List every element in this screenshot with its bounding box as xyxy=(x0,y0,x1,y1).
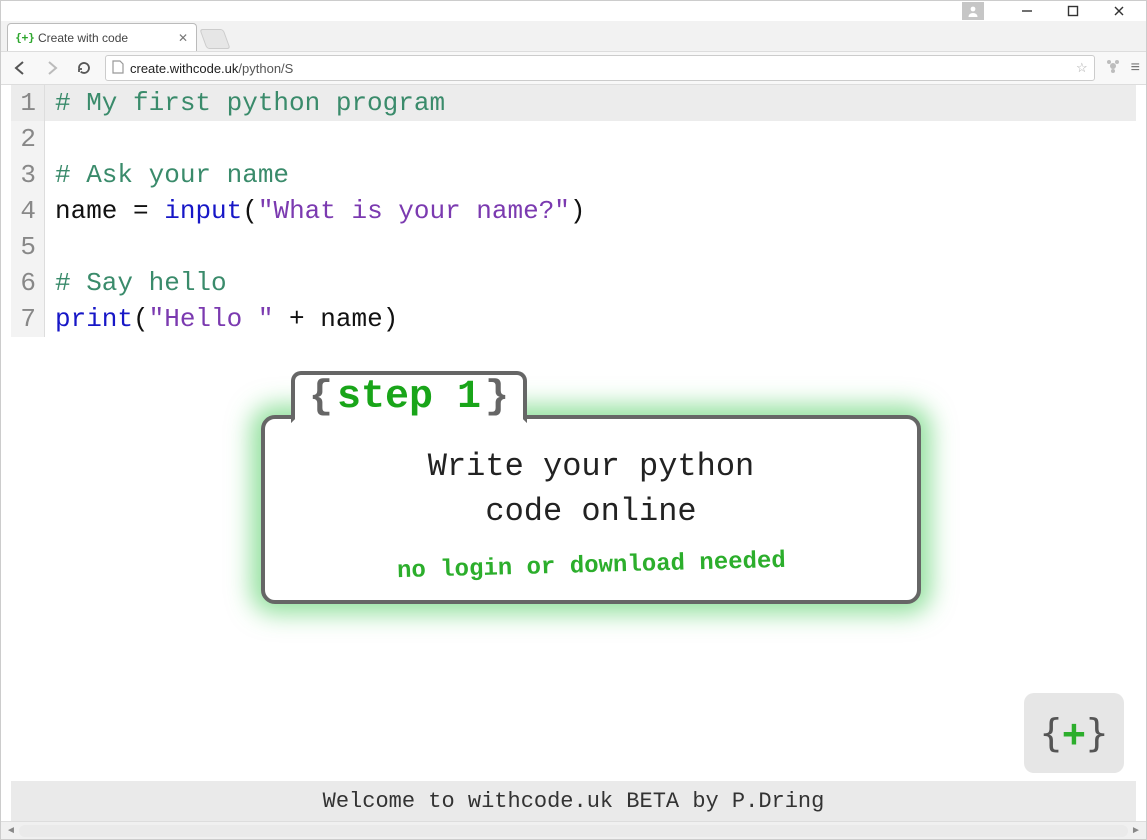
popup-body: Write your python code online xyxy=(285,445,897,535)
code-line[interactable]: 2 xyxy=(11,121,1136,157)
footer-bar: Welcome to withcode.uk BETA by P.Dring xyxy=(11,781,1136,821)
scroll-track[interactable] xyxy=(19,825,1128,837)
run-button[interactable]: {+} xyxy=(1024,693,1124,773)
favicon-icon: {+} xyxy=(18,31,32,45)
popup-step-label: step 1 xyxy=(333,375,485,420)
tutorial-popup: { step 1 } Write your python code online… xyxy=(261,415,921,604)
code-line[interactable]: 7print("Hello " + name) xyxy=(11,301,1136,337)
code-text[interactable] xyxy=(45,121,1136,157)
forward-button[interactable] xyxy=(41,56,63,80)
code-line[interactable]: 1# My first python program xyxy=(11,85,1136,121)
code-text[interactable]: # Say hello xyxy=(45,265,1136,301)
browser-toolbar: create.withcode.uk/python/S ☆ ≡ xyxy=(1,51,1146,85)
page-content: 1# My first python program23# Ask your n… xyxy=(1,85,1146,821)
account-icon[interactable] xyxy=(962,2,984,20)
code-line[interactable]: 5 xyxy=(11,229,1136,265)
minimize-button[interactable] xyxy=(1004,1,1050,21)
code-text[interactable]: name = input("What is your name?") xyxy=(45,193,1136,229)
code-line[interactable]: 6# Say hello xyxy=(11,265,1136,301)
new-tab-button[interactable] xyxy=(199,29,230,49)
popup-body-line-1: Write your python xyxy=(285,445,897,490)
popup-body-line-2: code online xyxy=(285,490,897,535)
page-icon xyxy=(112,60,124,77)
line-number: 6 xyxy=(11,265,45,301)
line-number: 4 xyxy=(11,193,45,229)
plus-icon: + xyxy=(1063,711,1086,755)
tab-title: Create with code xyxy=(38,31,128,45)
window-titlebar xyxy=(1,1,1146,21)
tab-close-icon[interactable]: ✕ xyxy=(178,31,188,45)
url-text: create.withcode.uk/python/S xyxy=(130,61,1070,76)
line-number: 2 xyxy=(11,121,45,157)
popup-step-tab: { step 1 } xyxy=(291,371,527,423)
address-bar[interactable]: create.withcode.uk/python/S ☆ xyxy=(105,55,1095,81)
back-button[interactable] xyxy=(9,56,31,80)
scroll-right-icon[interactable]: ► xyxy=(1128,825,1144,836)
brace-left-icon: { xyxy=(309,375,333,420)
extension-icon[interactable] xyxy=(1105,58,1121,79)
brace-right-icon: } xyxy=(1085,711,1108,755)
footer-text: Welcome to withcode.uk BETA by P.Dring xyxy=(323,789,825,814)
scroll-left-icon[interactable]: ◄ xyxy=(3,825,19,836)
maximize-button[interactable] xyxy=(1050,1,1096,21)
code-text[interactable]: # My first python program xyxy=(45,85,1136,121)
code-text[interactable] xyxy=(45,229,1136,265)
chrome-menu-icon[interactable]: ≡ xyxy=(1131,59,1138,77)
browser-tab[interactable]: {+} Create with code ✕ xyxy=(7,23,197,51)
close-button[interactable] xyxy=(1096,1,1142,21)
bookmark-star-icon[interactable]: ☆ xyxy=(1076,60,1088,76)
line-number: 3 xyxy=(11,157,45,193)
line-number: 1 xyxy=(11,85,45,121)
code-text[interactable]: # Ask your name xyxy=(45,157,1136,193)
reload-button[interactable] xyxy=(73,56,95,80)
brace-left-icon: { xyxy=(1040,711,1063,755)
code-line[interactable]: 3# Ask your name xyxy=(11,157,1136,193)
line-number: 5 xyxy=(11,229,45,265)
brace-right-icon: } xyxy=(485,375,509,420)
line-number: 7 xyxy=(11,301,45,337)
code-text[interactable]: print("Hello " + name) xyxy=(45,301,1136,337)
popup-subtext: no login or download needed xyxy=(396,548,785,585)
chrome-right-icons: ≡ xyxy=(1105,58,1138,79)
tab-strip: {+} Create with code ✕ xyxy=(1,21,1146,51)
horizontal-scrollbar[interactable]: ◄ ► xyxy=(1,821,1146,839)
code-line[interactable]: 4name = input("What is your name?") xyxy=(11,193,1136,229)
